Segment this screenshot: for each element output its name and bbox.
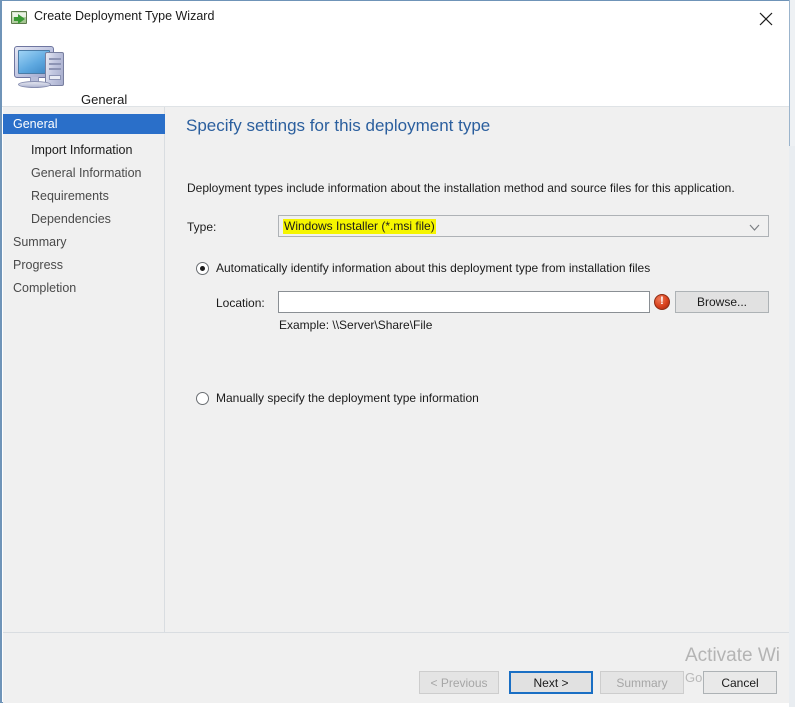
error-icon — [654, 294, 670, 310]
location-example-text: Example: \\Server\Share\File — [279, 318, 432, 332]
radio-manual-specify[interactable] — [196, 392, 209, 405]
browse-button[interactable]: Browse... — [675, 291, 769, 313]
sidebar-item-summary[interactable]: Summary — [3, 232, 165, 252]
close-button[interactable] — [743, 1, 789, 34]
window-title: Create Deployment Type Wizard — [34, 9, 214, 23]
location-label: Location: — [216, 296, 265, 310]
summary-button[interactable]: Summary — [600, 671, 684, 694]
background-app-sliver-lower — [789, 146, 795, 707]
wizard-body: General Import Information General Infor… — [3, 107, 789, 632]
screenshot-root: Create Deployment Type Wizard General — [0, 0, 795, 707]
watermark-line-1: Activate Wi — [685, 645, 795, 667]
sidebar-item-general-information[interactable]: General Information — [3, 163, 165, 183]
sidebar-item-completion[interactable]: Completion — [3, 278, 165, 298]
radio-auto-identify-label[interactable]: Automatically identify information about… — [216, 261, 650, 275]
sidebar-item-general[interactable]: General — [3, 114, 165, 134]
page-title: Specify settings for this deployment typ… — [186, 116, 490, 136]
previous-button[interactable]: < Previous — [419, 671, 499, 694]
type-dropdown-value: Windows Installer (*.msi file) — [283, 219, 436, 234]
next-button[interactable]: Next > — [509, 671, 593, 694]
wizard-header: General — [2, 34, 789, 107]
radio-auto-identify[interactable] — [196, 262, 209, 275]
sidebar-item-progress[interactable]: Progress — [3, 255, 165, 275]
wizard-step-sidebar: General Import Information General Infor… — [3, 107, 165, 632]
radio-manual-specify-label[interactable]: Manually specify the deployment type inf… — [216, 391, 479, 405]
chevron-down-icon — [749, 224, 760, 231]
wizard-window: Create Deployment Type Wizard General — [0, 0, 789, 703]
wizard-content-pane: Specify settings for this deployment typ… — [166, 107, 789, 632]
sidebar-item-requirements[interactable]: Requirements — [3, 186, 165, 206]
sidebar-item-dependencies[interactable]: Dependencies — [3, 209, 165, 229]
title-bar: Create Deployment Type Wizard — [2, 1, 789, 34]
deployment-type-icon — [11, 9, 28, 25]
computer-icon — [12, 42, 74, 94]
wizard-footer: Activate Wi Go to Settings t < Previous … — [3, 632, 789, 703]
type-dropdown[interactable]: Windows Installer (*.msi file) — [278, 215, 769, 237]
cancel-button[interactable]: Cancel — [703, 671, 777, 694]
location-input[interactable] — [278, 291, 650, 313]
sidebar-item-import-information[interactable]: Import Information — [3, 140, 165, 160]
intro-text: Deployment types include information abo… — [187, 181, 735, 195]
header-step-label: General — [81, 92, 127, 107]
close-icon — [759, 12, 773, 26]
type-label: Type: — [187, 220, 216, 234]
